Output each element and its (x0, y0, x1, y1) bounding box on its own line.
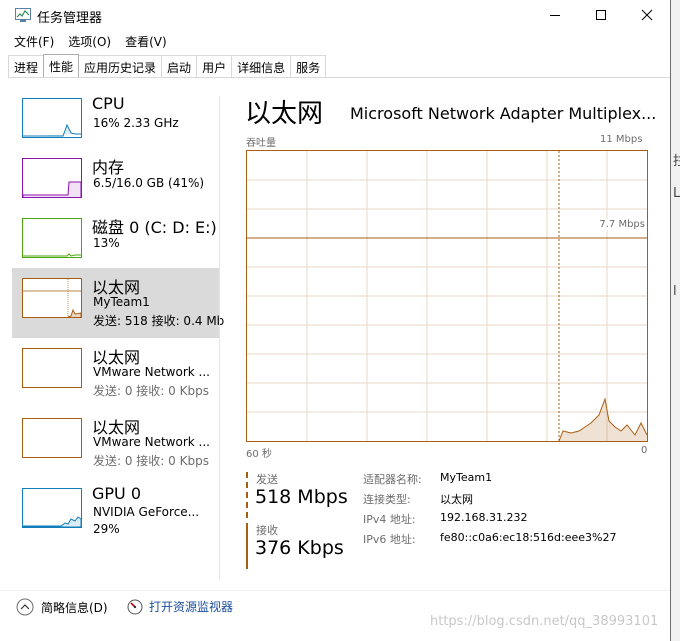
fewer-details-button[interactable]: 简略信息(D) (16, 598, 108, 616)
sidebar-item-gpu[interactable]: GPU 0 NVIDIA GeForce... 29% (12, 478, 219, 548)
sidebar-divider (219, 96, 220, 580)
sidebar-item-throughput: 发送: 0 接收: 0 Kbps (93, 384, 209, 398)
watermark-text: https://blog.csdn.net/qq_38993101 (430, 614, 659, 629)
minimize-button[interactable] (532, 0, 578, 30)
resource-monitor-icon (127, 599, 143, 614)
adapter-name-value: MyTeam1 (440, 471, 493, 484)
ethernet-thumbnail (22, 348, 82, 388)
sidebar-item-throughput: 发送: 0 接收: 0 Kbps (93, 454, 209, 468)
close-button[interactable] (624, 0, 670, 30)
sidebar-item-detail: VMware Network ... (93, 435, 210, 449)
maximize-icon (596, 10, 606, 20)
ipv4-value: 192.168.31.232 (440, 511, 528, 524)
throughput-graph: 7.7 Mbps (246, 150, 648, 442)
sidebar-item-throughput: 发送: 518 接收: 0.4 Mb (93, 314, 225, 328)
close-icon (641, 9, 653, 21)
sidebar-item-detail: NVIDIA GeForce... (93, 505, 200, 519)
ipv6-label: IPv6 地址: (363, 533, 416, 546)
sidebar-item-detail: MyTeam1 (93, 295, 150, 309)
menu-view[interactable]: 查看(V) (118, 31, 174, 51)
open-resource-monitor-label: 打开资源监视器 (149, 600, 234, 614)
sidebar-item-title: CPU (92, 94, 125, 113)
tab-users[interactable]: 用户 (196, 55, 233, 77)
send-value: 518 Mbps (255, 486, 348, 508)
connection-type-value: 以太网 (440, 493, 473, 506)
graph-time-end: 0 (641, 445, 648, 456)
sidebar-item-title: GPU 0 (92, 484, 142, 503)
sidebar-item-title: 内存 (92, 158, 125, 177)
ipv6-value: fe80::c0a6:ec18:516d:eee3%27 (440, 531, 617, 544)
receive-label: 接收 (256, 524, 278, 537)
background-window-edge: 拄 L l (671, 0, 680, 641)
performance-sidebar: CPU 16% 2.33 GHz 内存 6.5/16.0 GB (41%) 磁盘… (12, 88, 224, 588)
task-manager-window: 任务管理器 文件(F) 选项(O) 查看(V) 进程 性能 应用历史记录 启动 … (0, 0, 671, 641)
menu-bar: 文件(F) 选项(O) 查看(V) (0, 31, 677, 51)
memory-thumbnail (22, 158, 82, 198)
footer-divider (0, 590, 670, 591)
menu-options[interactable]: 选项(O) (61, 31, 118, 51)
window-title: 任务管理器 (37, 11, 103, 26)
title-bar[interactable]: 任务管理器 (0, 0, 670, 30)
receive-stat: 接收 376 Kbps (246, 523, 358, 569)
connection-type-label: 连接类型: (363, 493, 411, 506)
tab-details[interactable]: 详细信息 (231, 55, 292, 77)
tab-startup[interactable]: 启动 (161, 55, 198, 77)
sidebar-item-ethernet-vmware-1[interactable]: 以太网 VMware Network ... 发送: 0 接收: 0 Kbps (12, 338, 219, 408)
ipv4-label: IPv4 地址: (363, 513, 416, 526)
adapter-name-label: 适配器名称: (363, 473, 422, 486)
disk-thumbnail (22, 218, 82, 258)
sidebar-item-ethernet-myteam1[interactable]: 以太网 MyTeam1 发送: 518 接收: 0.4 Mb (12, 268, 224, 338)
sidebar-item-detail: VMware Network ... (93, 365, 210, 379)
send-label: 发送 (256, 473, 278, 486)
menu-file[interactable]: 文件(F) (7, 31, 61, 51)
graph-mid-scale: 7.7 Mbps (598, 219, 646, 230)
tab-underline (8, 77, 670, 78)
minimize-icon (550, 15, 560, 16)
send-stat: 发送 518 Mbps (246, 472, 358, 518)
tab-app-history[interactable]: 应用历史记录 (78, 55, 163, 77)
tab-processes[interactable]: 进程 (8, 55, 45, 77)
tab-services[interactable]: 服务 (290, 55, 327, 77)
open-resource-monitor-link[interactable]: 打开资源监视器 (127, 598, 233, 615)
ethernet-thumbnail (22, 278, 82, 318)
graph-max-scale: 11 Mbps (600, 134, 643, 145)
adapter-name: Microsoft Network Adapter Multiplex... (350, 104, 657, 123)
task-manager-icon (15, 8, 31, 22)
sidebar-item-detail: 13% (93, 236, 120, 250)
tab-performance[interactable]: 性能 (43, 54, 80, 77)
sidebar-item-ethernet-vmware-2[interactable]: 以太网 VMware Network ... 发送: 0 接收: 0 Kbps (12, 408, 219, 478)
sidebar-item-utilization: 29% (93, 522, 120, 536)
chevron-up-icon (16, 598, 34, 616)
cpu-thumbnail (22, 98, 82, 138)
receive-value: 376 Kbps (255, 537, 344, 559)
sidebar-item-title: 磁盘 0 (C: D: E:) (92, 218, 217, 237)
gpu-thumbnail (22, 488, 82, 528)
page-title: 以太网 (245, 99, 324, 129)
fewer-details-label: 简略信息(D) (41, 600, 108, 615)
tab-strip: 进程 性能 应用历史记录 启动 用户 详细信息 服务 (8, 54, 327, 77)
graph-time-start: 60 秒 (246, 449, 272, 460)
graph-label: 吞吐量 (246, 138, 276, 149)
sidebar-item-detail: 16% 2.33 GHz (93, 116, 179, 130)
sidebar-item-detail: 6.5/16.0 GB (41%) (93, 176, 205, 190)
ethernet-thumbnail (22, 418, 82, 458)
maximize-button[interactable] (578, 0, 624, 30)
